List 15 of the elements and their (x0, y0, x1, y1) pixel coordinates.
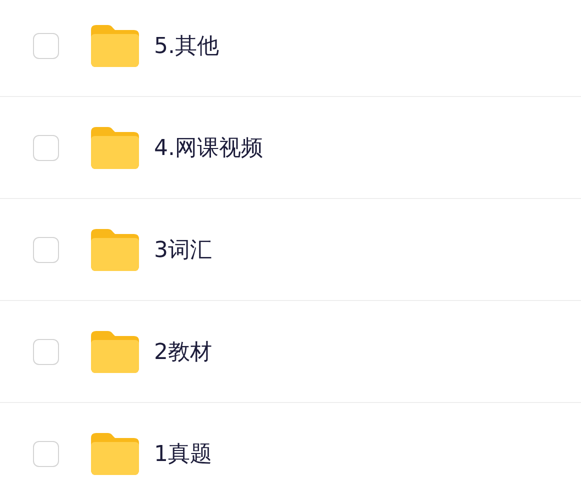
folder-name[interactable]: 4.网课视频 (154, 132, 263, 162)
folder-icon (91, 126, 139, 168)
folder-icon (91, 24, 139, 66)
checkbox[interactable] (33, 32, 59, 58)
folder-name[interactable]: 1真题 (154, 438, 212, 468)
folder-icon (91, 228, 139, 270)
checkbox[interactable] (33, 134, 59, 160)
folder-name[interactable]: 3词汇 (154, 234, 212, 264)
folder-icon (91, 432, 139, 474)
checkbox[interactable] (33, 236, 59, 262)
checkbox[interactable] (33, 440, 59, 466)
folder-name[interactable]: 5.其他 (154, 30, 219, 60)
folder-icon (91, 330, 139, 372)
folder-name[interactable]: 2教材 (154, 336, 212, 366)
checkbox[interactable] (33, 338, 59, 364)
